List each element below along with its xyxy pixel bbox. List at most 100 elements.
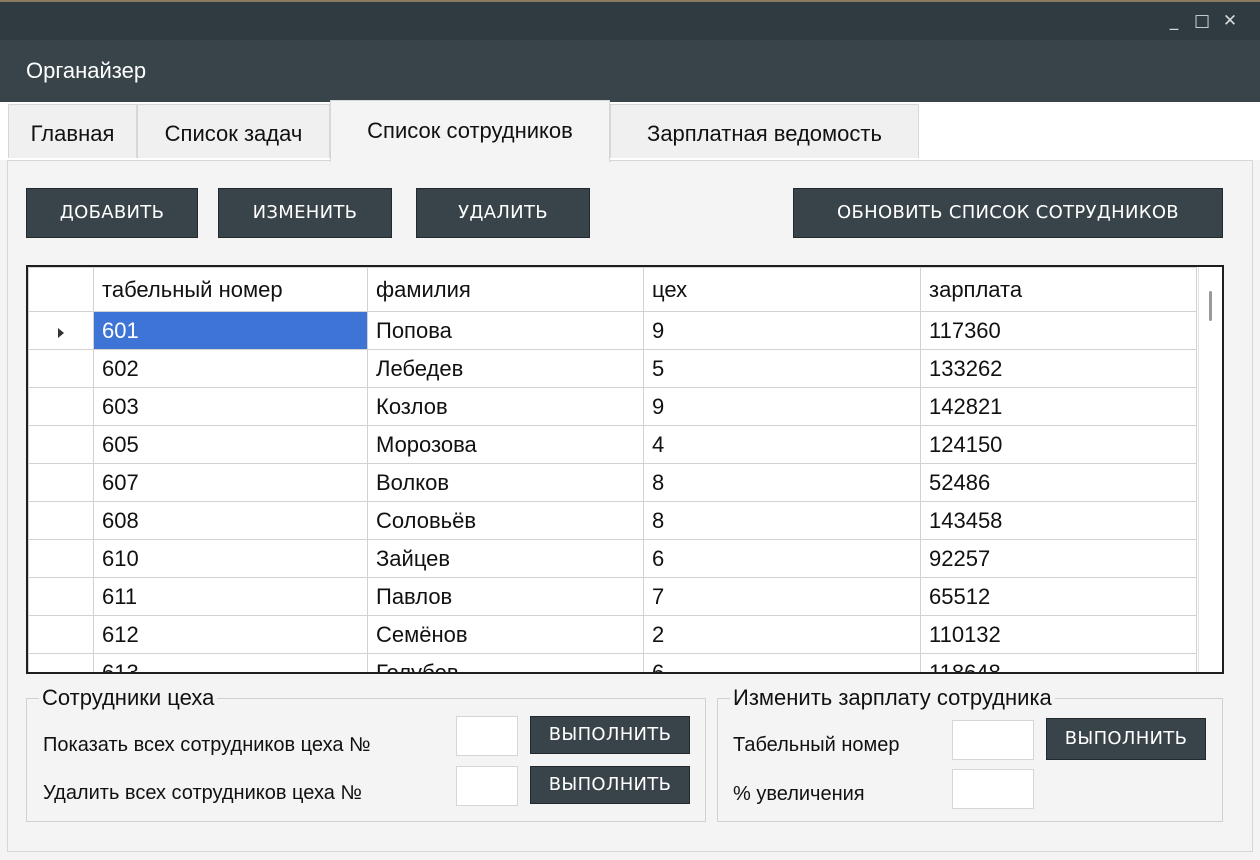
cell-dept[interactable]: 8 (643, 501, 921, 540)
header-row: табельный номер фамилия цех зарплата (28, 267, 1197, 312)
cell-tabno[interactable]: 607 (93, 463, 368, 502)
salary-group-title: Изменить зарплату сотрудника (730, 685, 1055, 711)
table-row[interactable]: 610 Зайцев 6 92257 (28, 539, 1197, 578)
cell-dept[interactable]: 7 (643, 577, 921, 616)
cell-surname[interactable]: Морозова (367, 425, 644, 464)
table-row[interactable]: 608 Соловьёв 8 143458 (28, 501, 1197, 540)
row-header[interactable] (28, 577, 94, 616)
table-row[interactable]: 603 Козлов 9 142821 (28, 387, 1197, 426)
row-header[interactable] (28, 349, 94, 388)
cell-tabno[interactable]: 610 (93, 539, 368, 578)
edit-button[interactable]: ИЗМЕНИТЬ (218, 188, 392, 238)
cell-tabno[interactable]: 608 (93, 501, 368, 540)
column-header-salary[interactable]: зарплата (920, 267, 1197, 312)
percent-label: % увеличения (733, 783, 865, 805)
close-icon[interactable]: ✕ (1217, 8, 1243, 34)
cell-surname[interactable]: Семёнов (367, 615, 644, 654)
current-row-arrow-icon (58, 327, 64, 338)
refresh-employees-button[interactable]: ОБНОВИТЬ СПИСОК СОТРУДНИКОВ (793, 188, 1223, 238)
table-row[interactable]: 607 Волков 8 52486 (28, 463, 1197, 502)
cell-dept[interactable]: 5 (643, 349, 921, 388)
table-row[interactable]: 611 Павлов 7 65512 (28, 577, 1197, 616)
tab-employee-list[interactable]: Список сотрудников (330, 100, 610, 162)
cell-surname[interactable]: Волков (367, 463, 644, 502)
add-button[interactable]: ДОБАВИТЬ (26, 188, 198, 238)
row-header[interactable] (28, 463, 94, 502)
show-dept-input[interactable] (456, 716, 518, 756)
dept-group-title: Сотрудники цеха (39, 685, 218, 711)
delete-dept-input[interactable] (456, 766, 518, 806)
scrollbar-thumb[interactable] (1209, 291, 1212, 321)
table-row[interactable]: 613 Голубев 6 118648 (28, 653, 1197, 672)
cell-salary[interactable]: 118648 (920, 653, 1197, 672)
cell-salary[interactable]: 110132 (920, 615, 1197, 654)
cell-tabno[interactable]: 605 (93, 425, 368, 464)
delete-dept-execute-button[interactable]: ВЫПОЛНИТЬ (530, 766, 690, 804)
table-row[interactable]: 602 Лебедев 5 133262 (28, 349, 1197, 388)
cell-tabno[interactable]: 613 (93, 653, 368, 672)
cell-salary[interactable]: 92257 (920, 539, 1197, 578)
row-header[interactable] (28, 539, 94, 578)
cell-tabno[interactable]: 612 (93, 615, 368, 654)
percent-input[interactable] (952, 769, 1034, 809)
grid-body: 601 Попова 9 117360 602 Лебедев 5 133262 603 Козл… (28, 311, 1197, 672)
cell-surname[interactable]: Попова (367, 311, 644, 350)
cell-surname[interactable]: Зайцев (367, 539, 644, 578)
cell-salary[interactable]: 65512 (920, 577, 1197, 616)
cell-dept[interactable]: 8 (643, 463, 921, 502)
table-row[interactable]: 605 Морозова 4 124150 (28, 425, 1197, 464)
row-header[interactable] (28, 311, 94, 350)
row-header[interactable] (28, 615, 94, 654)
table-row[interactable]: 601 Попова 9 117360 (28, 311, 1197, 350)
cell-tabno[interactable]: 603 (93, 387, 368, 426)
change-salary-execute-button[interactable]: ВЫПОЛНИТЬ (1046, 718, 1206, 760)
app-header: Органайзер (0, 40, 1260, 102)
tab-payroll[interactable]: Зарплатная ведомость (610, 104, 919, 158)
cell-salary[interactable]: 143458 (920, 501, 1197, 540)
cell-dept[interactable]: 6 (643, 653, 921, 672)
cell-dept[interactable]: 9 (643, 311, 921, 350)
column-header-dept[interactable]: цех (643, 267, 921, 312)
cell-dept[interactable]: 4 (643, 425, 921, 464)
row-header[interactable] (28, 425, 94, 464)
app-title: Органайзер (26, 58, 147, 83)
row-header[interactable] (28, 653, 94, 672)
grid-vertical-scrollbar[interactable] (1198, 267, 1222, 672)
show-dept-label: Показать всех сотрудников цеха № (43, 734, 371, 756)
cell-surname[interactable]: Козлов (367, 387, 644, 426)
tab-task-list[interactable]: Список задач (137, 104, 330, 158)
row-header[interactable] (28, 501, 94, 540)
row-header-corner (28, 267, 94, 312)
delete-dept-label: Удалить всех сотрудников цеха № (43, 782, 362, 804)
employees-grid[interactable]: табельный номер фамилия цех зарплата 601… (26, 265, 1224, 674)
cell-dept[interactable]: 6 (643, 539, 921, 578)
tab-main[interactable]: Главная (8, 104, 137, 158)
cell-dept[interactable]: 2 (643, 615, 921, 654)
cell-salary[interactable]: 117360 (920, 311, 1197, 350)
tabno-label: Табельный номер (733, 734, 900, 756)
delete-button[interactable]: УДАЛИТЬ (416, 188, 590, 238)
column-header-surname[interactable]: фамилия (367, 267, 644, 312)
minimize-icon[interactable]: _ (1161, 8, 1187, 34)
table-row[interactable]: 612 Семёнов 2 110132 (28, 615, 1197, 654)
tabno-input[interactable] (952, 720, 1034, 760)
cell-salary[interactable]: 124150 (920, 425, 1197, 464)
app-window: _ □ ✕ Органайзер Главная Список задач Сп… (0, 0, 1260, 860)
cell-tabno[interactable]: 601 (93, 311, 368, 350)
cell-surname[interactable]: Голубев (367, 653, 644, 672)
row-header[interactable] (28, 387, 94, 426)
cell-salary[interactable]: 52486 (920, 463, 1197, 502)
maximize-icon[interactable]: □ (1189, 8, 1215, 34)
employees-table: табельный номер фамилия цех зарплата 601… (28, 267, 1197, 672)
cell-salary[interactable]: 142821 (920, 387, 1197, 426)
cell-tabno[interactable]: 602 (93, 349, 368, 388)
cell-surname[interactable]: Соловьёв (367, 501, 644, 540)
cell-dept[interactable]: 9 (643, 387, 921, 426)
cell-tabno[interactable]: 611 (93, 577, 368, 616)
column-header-tabno[interactable]: табельный номер (93, 267, 368, 312)
show-dept-execute-button[interactable]: ВЫПОЛНИТЬ (530, 716, 690, 754)
cell-surname[interactable]: Павлов (367, 577, 644, 616)
cell-salary[interactable]: 133262 (920, 349, 1197, 388)
cell-surname[interactable]: Лебедев (367, 349, 644, 388)
title-bar: _ □ ✕ (0, 2, 1260, 40)
